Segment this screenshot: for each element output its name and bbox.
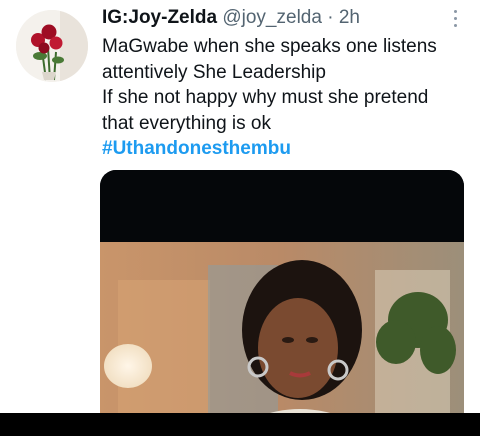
- tweet-text-line: attentively She Leadership: [102, 61, 326, 83]
- bottom-bar: [0, 413, 480, 436]
- avatar-roses-image: [16, 10, 88, 82]
- hashtag-link[interactable]: #Uthandonesthembu: [102, 136, 452, 162]
- display-name[interactable]: IG:Joy-Zelda: [102, 7, 217, 28]
- tweet-text-line: MaGwabe when she speaks one listens: [102, 36, 437, 57]
- more-options-button[interactable]: [448, 10, 462, 32]
- tv-screenshot-image: [100, 170, 464, 420]
- tweet-header: IG:Joy-Zelda @joy_zelda · 2h: [102, 5, 360, 30]
- more-vertical-icon: [448, 10, 462, 27]
- timestamp[interactable]: 2h: [339, 7, 360, 28]
- user-handle[interactable]: @joy_zelda: [222, 7, 322, 28]
- tweet-text-line: If she not happy why must she pretend: [102, 87, 429, 108]
- tweet-media[interactable]: [100, 170, 464, 420]
- tweet-text-line: that everything is ok: [102, 112, 271, 134]
- tweet-text: MaGwabe when she speaks one listens atte…: [102, 34, 452, 162]
- separator-dot: ·: [327, 7, 334, 28]
- avatar[interactable]: [16, 10, 88, 82]
